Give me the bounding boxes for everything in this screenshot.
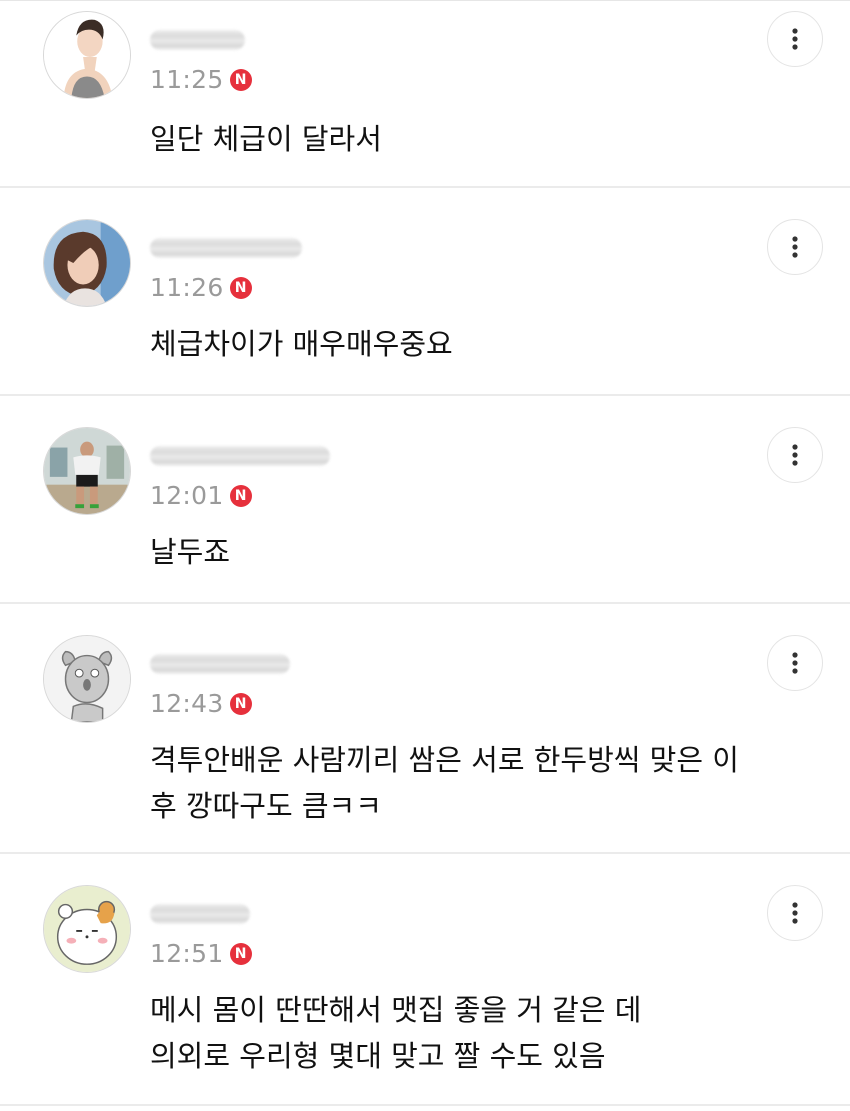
nickname-blurred bbox=[150, 904, 250, 924]
more-options-button[interactable] bbox=[767, 635, 823, 691]
comment-list: 11:25 N 일단 체급이 달라서 11:26 N 체급차이가 매우매우중요 … bbox=[0, 0, 850, 1111]
avatar[interactable] bbox=[43, 635, 131, 723]
comment-item: 12:01 N 날두죠 bbox=[0, 396, 850, 604]
new-badge: N bbox=[229, 276, 252, 299]
comment-item: 11:26 N 체급차이가 매우매우중요 bbox=[0, 188, 850, 396]
comment-meta: 11:26 N bbox=[150, 273, 252, 302]
nickname-blurred bbox=[150, 238, 302, 258]
more-options-button[interactable] bbox=[767, 885, 823, 941]
new-badge: N bbox=[229, 942, 252, 965]
vertical-dots-icon bbox=[792, 444, 798, 466]
hamster-avatar-icon bbox=[44, 886, 130, 972]
shocked-dog-avatar-icon bbox=[44, 636, 130, 722]
avatar[interactable] bbox=[43, 219, 131, 307]
vertical-dots-icon bbox=[792, 236, 798, 258]
avatar[interactable] bbox=[43, 885, 131, 973]
more-options-button[interactable] bbox=[767, 11, 823, 67]
comment-time: 11:25 bbox=[150, 65, 224, 94]
comment-meta: 11:25 N bbox=[150, 65, 252, 94]
new-badge: N bbox=[229, 692, 252, 715]
comment-text: 메시 몸이 딴딴해서 맷집 좋을 거 같은 데 의외로 우리형 몇대 맞고 짤 … bbox=[150, 993, 642, 1073]
woman-tanktop-avatar-icon bbox=[44, 12, 130, 98]
nickname-blurred bbox=[150, 446, 330, 466]
comment-meta: 12:43 N bbox=[150, 689, 252, 718]
comment-item: 12:43 N 격투안배운 사람끼리 쌈은 서로 한두방씩 맞은 이 후 깡따구… bbox=[0, 604, 850, 854]
more-options-button[interactable] bbox=[767, 219, 823, 275]
nickname-blurred bbox=[150, 30, 245, 50]
comment-item: 12:51 N 메시 몸이 딴딴해서 맷집 좋을 거 같은 데 의외로 우리형 … bbox=[0, 854, 850, 1106]
avatar[interactable] bbox=[43, 11, 131, 99]
new-badge: N bbox=[229, 68, 252, 91]
comment-time: 12:43 bbox=[150, 689, 224, 718]
comment-meta: 12:01 N bbox=[150, 481, 252, 510]
comment-time: 12:01 bbox=[150, 481, 224, 510]
comment-meta: 12:51 N bbox=[150, 939, 252, 968]
comment-text: 격투안배운 사람끼리 쌈은 서로 한두방씩 맞은 이 후 깡따구도 큼ㅋㅋ bbox=[150, 743, 739, 823]
bodybuilder-gym-avatar-icon bbox=[44, 428, 130, 514]
comment-item: 11:25 N 일단 체급이 달라서 bbox=[0, 1, 850, 188]
nickname-blurred bbox=[150, 654, 290, 674]
more-options-button[interactable] bbox=[767, 427, 823, 483]
comment-text: 일단 체급이 달라서 bbox=[150, 122, 382, 156]
comment-time: 12:51 bbox=[150, 939, 224, 968]
avatar[interactable] bbox=[43, 427, 131, 515]
comment-time: 11:26 bbox=[150, 273, 224, 302]
comment-text: 날두죠 bbox=[150, 535, 231, 569]
vertical-dots-icon bbox=[792, 652, 798, 674]
woman-photo-avatar-icon bbox=[44, 220, 130, 306]
new-badge: N bbox=[229, 484, 252, 507]
vertical-dots-icon bbox=[792, 28, 798, 50]
vertical-dots-icon bbox=[792, 902, 798, 924]
comment-text: 체급차이가 매우매우중요 bbox=[150, 327, 453, 361]
